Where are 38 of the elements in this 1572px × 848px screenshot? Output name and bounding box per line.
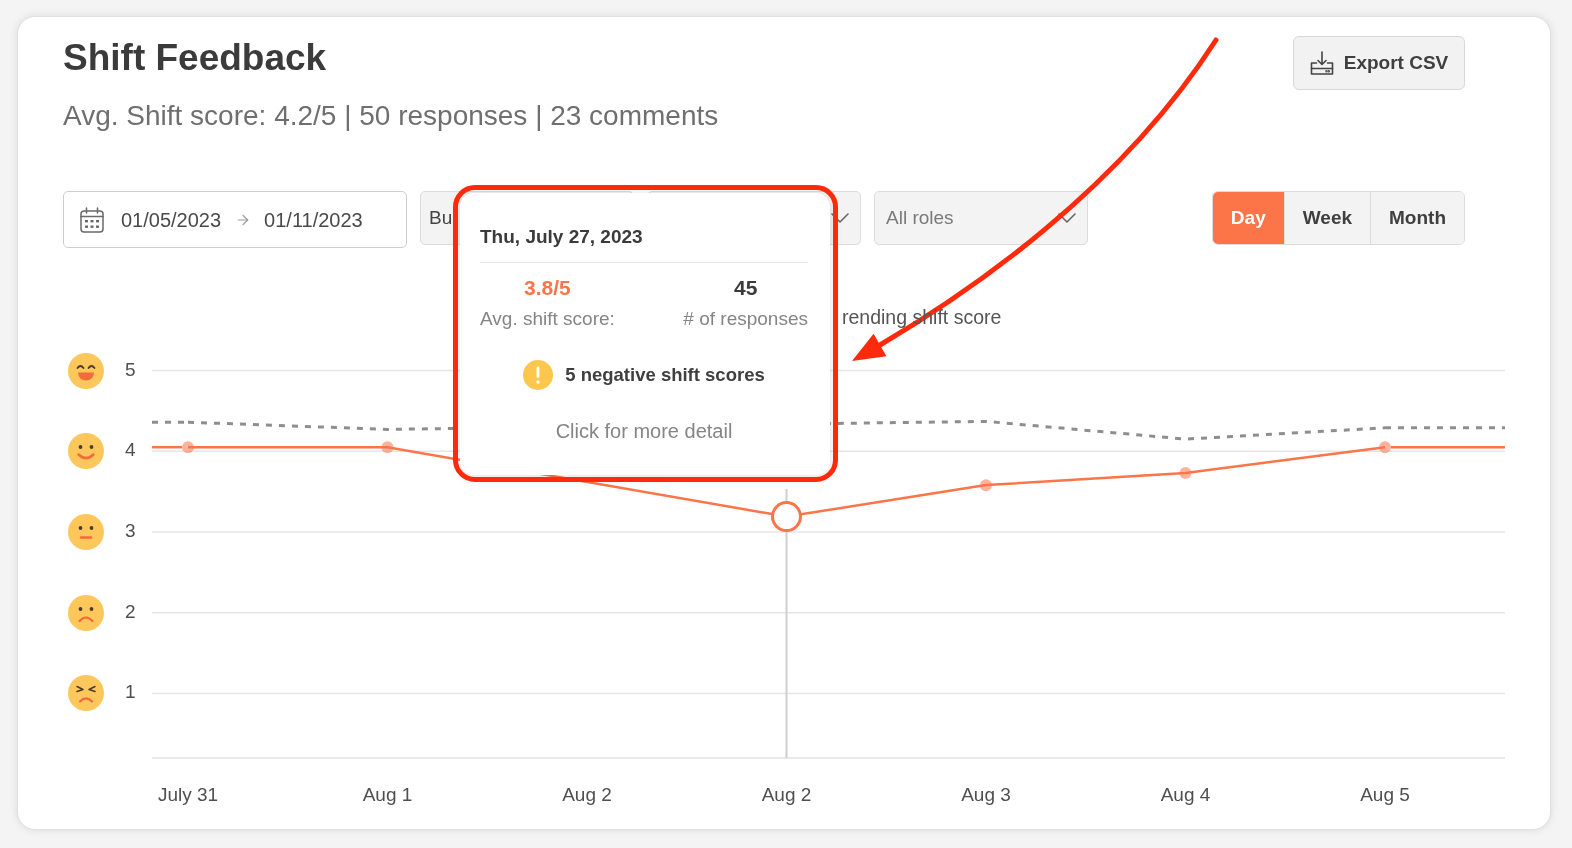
select-placeholder: All roles [886,205,954,230]
axis-label: Aug 4 [1160,783,1211,807]
period-tab[interactable]: Month [1370,192,1464,244]
axis-label: Aug 5 [1360,783,1410,807]
axis-label: Aug 1 [362,783,413,807]
axis-label: 1 [125,681,136,704]
laughing-face-icon [68,352,104,389]
stat-value: 3.8/5 [524,275,571,301]
stat-value: 45 [734,275,758,301]
warning-icon [523,360,554,390]
axis-label: Aug 2 [562,783,612,807]
export-button[interactable]: Export CSV [1293,36,1465,90]
neutral-face-icon [68,513,104,550]
start-date: 01/05/2023 [121,207,222,233]
axis-label: 5 [125,358,136,381]
axis-label: 4 [125,439,136,462]
date-range-field[interactable]: 01/05/2023 01/11/2023 [63,191,407,248]
summary-text: Avg. Shift score: 4.2/5 | 50 responses | 23 comments [63,99,719,133]
select-value: Bu [429,205,453,230]
alert-text: 5 negative shift scores [565,363,765,387]
axis-label: Aug 2 [761,783,812,807]
detail-link[interactable]: Click for more detail [555,419,733,443]
axis-label: 3 [125,519,136,542]
download-icon [1309,51,1334,75]
end-date: 01/11/2023 [264,207,363,233]
period-tab[interactable]: Week [1283,192,1370,244]
angry-face-icon [68,675,104,712]
page-title: Shift Feedback [63,36,328,80]
axis-label: July 31 [157,783,219,807]
tooltip-date: Thu, July 27, 2023 [480,225,644,249]
select-dropdown[interactable]: All roles [874,191,1088,245]
smiling-face-icon [68,433,104,470]
frowning-face-icon [68,594,104,631]
stat-label: # of responses [683,307,808,331]
stat-label: Avg. shift score: [480,307,615,331]
calendar-icon [80,206,104,233]
axis-label: Aug 3 [961,783,1011,807]
axis-label: 2 [125,600,136,623]
